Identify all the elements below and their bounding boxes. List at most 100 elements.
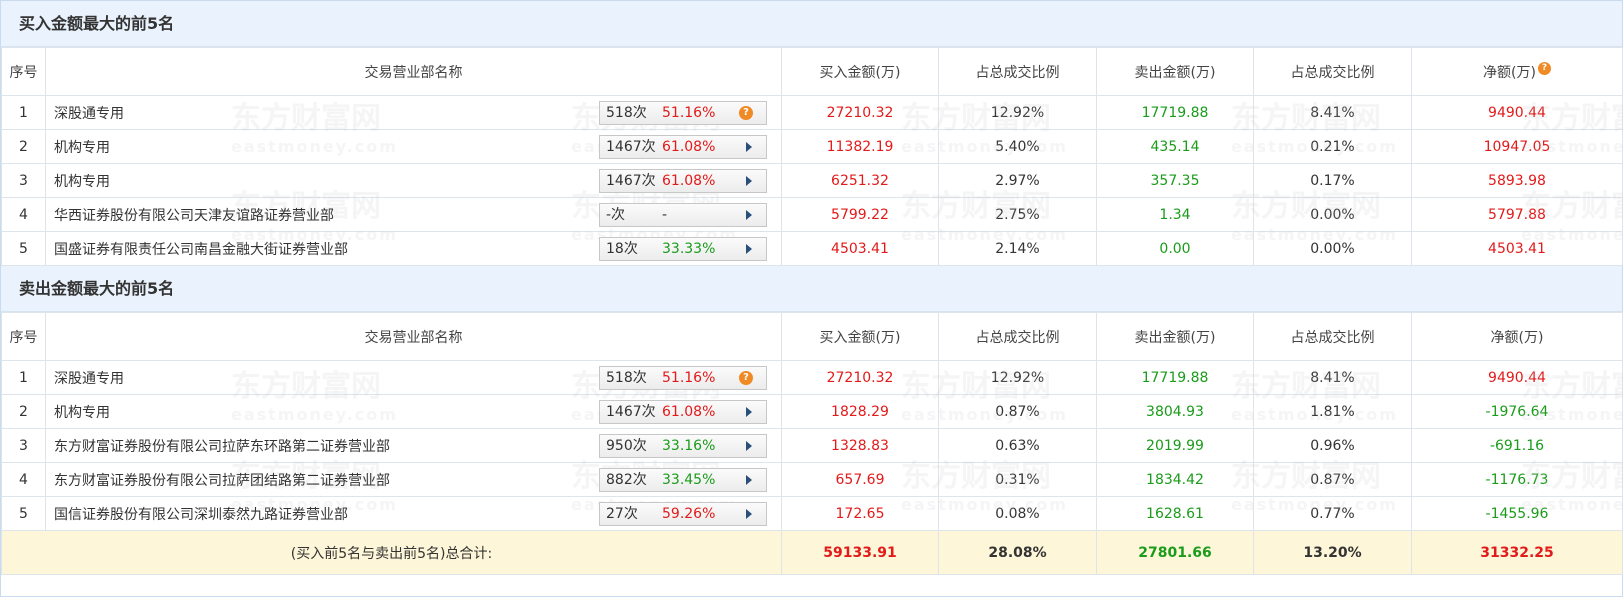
arrow-right-icon[interactable] <box>746 244 752 254</box>
branch-name[interactable]: 东方财富证券股份有限公司拉萨东环路第二证券营业部 <box>54 439 390 455</box>
win-rate: 59.26% <box>662 506 716 522</box>
net-amount: 10947.05 <box>1411 129 1623 164</box>
listing-count: 27次 <box>606 506 638 522</box>
col-header-buy-ratio: 占总成交比例 <box>938 312 1097 361</box>
buy-ratio: 0.31% <box>938 462 1097 497</box>
listing-count: 1467次 <box>606 404 656 420</box>
branch-stats-button[interactable]: 18次 33.33% <box>599 237 767 261</box>
table-row: 4 东方财富证券股份有限公司拉萨团结路第二证券营业部 882次 33.45% 657.6… <box>1 462 1623 497</box>
net-amount: 4503.41 <box>1411 231 1623 266</box>
row-no: 4 <box>1 462 46 497</box>
net-amount: -1455.96 <box>1411 496 1623 531</box>
arrow-right-icon[interactable] <box>746 509 752 519</box>
branch-stats-button[interactable]: -次 - <box>599 203 767 227</box>
branch-name-cell: 深股通专用 518次 51.16%? <box>45 95 782 130</box>
branch-stats-button[interactable]: 518次 51.16%? <box>599 366 767 390</box>
buy-ratio: 0.87% <box>938 394 1097 429</box>
arrow-right-icon[interactable] <box>746 142 752 152</box>
branch-name[interactable]: 机构专用 <box>54 140 110 156</box>
table-row: 2 机构专用 1467次 61.08% 11382.19 5.40% 435.14 0.21%… <box>1 129 1623 164</box>
col-header-buy: 买入金额(万) <box>781 312 939 361</box>
buy-ratio: 2.97% <box>938 163 1097 198</box>
buy-amount: 11382.19 <box>781 129 939 164</box>
sell-amount: 357.35 <box>1096 163 1254 198</box>
table-row: 4 华西证券股份有限公司天津友谊路证券营业部 -次 - 5799.22 2.75% 1.34… <box>1 197 1623 232</box>
sell-amount: 0.00 <box>1096 231 1254 266</box>
branch-stats-button[interactable]: 882次 33.45% <box>599 468 767 492</box>
row-no: 1 <box>1 95 46 130</box>
buy-amount: 1328.83 <box>781 428 939 463</box>
branch-name-cell: 机构专用 1467次 61.08% <box>45 129 782 164</box>
net-amount: 9490.44 <box>1411 95 1623 130</box>
buy-ratio: 12.92% <box>938 95 1097 130</box>
listing-count: 1467次 <box>606 139 656 155</box>
arrow-right-icon[interactable] <box>746 407 752 417</box>
branch-name[interactable]: 深股通专用 <box>54 106 124 122</box>
branch-name-cell: 东方财富证券股份有限公司拉萨团结路第二证券营业部 882次 33.45% <box>45 462 782 497</box>
win-rate: 33.16% <box>662 438 716 454</box>
net-amount: -691.16 <box>1411 428 1623 463</box>
branch-name-cell: 国信证券股份有限公司深圳泰然九路证券营业部 27次 59.26% <box>45 496 782 531</box>
question-icon[interactable]: ? <box>739 371 753 385</box>
arrow-right-icon[interactable] <box>746 475 752 485</box>
branch-name[interactable]: 国信证券股份有限公司深圳泰然九路证券营业部 <box>54 507 348 523</box>
total-body: (买入前5名与卖出前5名)总合计: 59133.91 28.08% 27801.… <box>1 530 1623 575</box>
branch-stats-button[interactable]: 518次 51.16%? <box>599 101 767 125</box>
total-buy: 59133.91 <box>781 530 939 575</box>
sell-amount: 1834.42 <box>1096 462 1254 497</box>
buy-ratio: 5.40% <box>938 129 1097 164</box>
branch-name[interactable]: 华西证券股份有限公司天津友谊路证券营业部 <box>54 208 334 224</box>
listing-count: 1467次 <box>606 173 656 189</box>
col-header-sell: 卖出金额(万) <box>1096 47 1254 96</box>
buy-amount: 5799.22 <box>781 197 939 232</box>
col-header-buy-ratio: 占总成交比例 <box>938 47 1097 96</box>
col-header-no: 序号 <box>1 47 46 96</box>
table-header-row: 序号 交易营业部名称 买入金额(万) 占总成交比例 卖出金额(万) 占总成交比例… <box>1 47 1623 96</box>
sell-amount: 1.34 <box>1096 197 1254 232</box>
arrow-right-icon[interactable] <box>746 176 752 186</box>
win-rate: 61.08% <box>662 139 716 155</box>
top-sell-body: 1 深股通专用 518次 51.16%? 27210.32 12.92% 17719.88 8… <box>1 360 1623 531</box>
win-rate: 33.33% <box>662 241 716 257</box>
row-no: 5 <box>1 231 46 266</box>
win-rate: - <box>662 207 668 223</box>
branch-name[interactable]: 机构专用 <box>54 405 110 421</box>
buy-amount: 27210.32 <box>781 95 939 130</box>
sell-ratio: 0.87% <box>1253 462 1412 497</box>
win-rate: 61.08% <box>662 173 716 189</box>
win-rate: 61.08% <box>662 404 716 420</box>
row-no: 3 <box>1 163 46 198</box>
arrow-right-icon[interactable] <box>746 210 752 220</box>
buy-amount: 6251.32 <box>781 163 939 198</box>
sell-amount: 435.14 <box>1096 129 1254 164</box>
top-buy-table: 序号 交易营业部名称 买入金额(万) 占总成交比例 卖出金额(万) 占总成交比例… <box>1 47 1623 266</box>
table-header-row: 序号 交易营业部名称 买入金额(万) 占总成交比例 卖出金额(万) 占总成交比例… <box>1 312 1623 361</box>
branch-stats-button[interactable]: 1467次 61.08% <box>599 169 767 193</box>
branch-name-cell: 机构专用 1467次 61.08% <box>45 394 782 429</box>
table-row: 3 东方财富证券股份有限公司拉萨东环路第二证券营业部 950次 33.16% 1328.… <box>1 428 1623 463</box>
branch-stats-button[interactable]: 1467次 61.08% <box>599 135 767 159</box>
branch-name[interactable]: 东方财富证券股份有限公司拉萨团结路第二证券营业部 <box>54 473 390 489</box>
buy-amount: 1828.29 <box>781 394 939 429</box>
branch-name[interactable]: 机构专用 <box>54 174 110 190</box>
arrow-right-icon[interactable] <box>746 441 752 451</box>
sell-amount: 17719.88 <box>1096 95 1254 130</box>
col-header-name: 交易营业部名称 <box>45 47 782 96</box>
branch-name[interactable]: 国盛证券有限责任公司南昌金融大街证券营业部 <box>54 242 348 258</box>
sell-ratio: 0.00% <box>1253 197 1412 232</box>
lhb-panel: 东方财富网 eastmoney.com 东方财富网 eastmoney.com 东方财富… <box>0 0 1623 597</box>
branch-stats-button[interactable]: 1467次 61.08% <box>599 400 767 424</box>
total-net: 31332.25 <box>1411 530 1623 575</box>
question-icon[interactable]: ? <box>739 106 753 120</box>
table-row: 1 深股通专用 518次 51.16%? 27210.32 12.92% 17719.88 8… <box>1 360 1623 395</box>
branch-name[interactable]: 深股通专用 <box>54 371 124 387</box>
col-header-sell-ratio: 占总成交比例 <box>1253 47 1412 96</box>
win-rate: 51.16% <box>662 370 716 386</box>
buy-amount: 27210.32 <box>781 360 939 395</box>
branch-stats-button[interactable]: 27次 59.26% <box>599 502 767 526</box>
sell-ratio: 0.77% <box>1253 496 1412 531</box>
branch-stats-button[interactable]: 950次 33.16% <box>599 434 767 458</box>
table-row: 3 机构专用 1467次 61.08% 6251.32 2.97% 357.35 0.17% 5… <box>1 163 1623 198</box>
buy-ratio: 0.63% <box>938 428 1097 463</box>
question-icon[interactable]: ? <box>1537 61 1551 75</box>
